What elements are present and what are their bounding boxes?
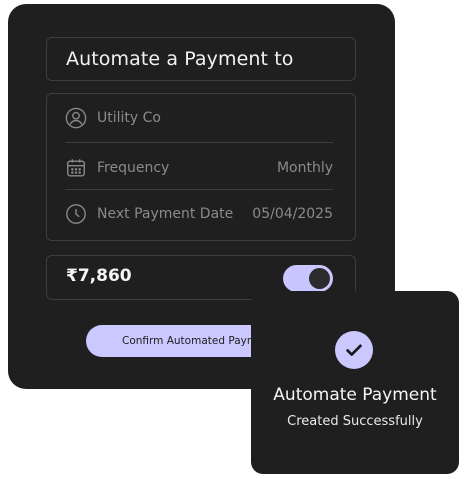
- toggle-knob: [309, 268, 330, 289]
- next-payment-date-row[interactable]: Next Payment Date 05/04/2025: [65, 200, 333, 228]
- payee-label: Utility Co: [97, 110, 161, 126]
- success-title: Automate Payment: [273, 385, 437, 405]
- payment-details-panel: Utility Co Frequency Monthly Next Paymen…: [46, 93, 356, 241]
- payment-title: Automate a Payment to: [66, 48, 294, 70]
- next-payment-date-value: 05/04/2025: [252, 206, 333, 222]
- frequency-value: Monthly: [276, 160, 333, 176]
- success-dialog: Automate Payment Created Successfully: [251, 291, 459, 474]
- row-divider: [65, 189, 333, 190]
- success-subtitle: Created Successfully: [287, 414, 423, 429]
- clock-icon: [65, 203, 87, 225]
- amount-value: ₹7,860: [66, 266, 132, 286]
- row-divider: [65, 142, 333, 143]
- stage: Automate a Payment to Utility Co Frequen…: [0, 0, 466, 479]
- next-payment-date-label: Next Payment Date: [97, 206, 234, 222]
- frequency-label: Frequency: [97, 160, 170, 176]
- auto-pay-toggle[interactable]: [283, 265, 333, 292]
- payment-title-field: Automate a Payment to: [46, 37, 356, 81]
- check-circle-icon: [335, 331, 373, 369]
- frequency-row[interactable]: Frequency Monthly: [65, 154, 333, 182]
- user-circle-icon: [65, 107, 87, 129]
- calendar-icon: [65, 157, 87, 179]
- payee-row[interactable]: Utility Co: [65, 104, 333, 132]
